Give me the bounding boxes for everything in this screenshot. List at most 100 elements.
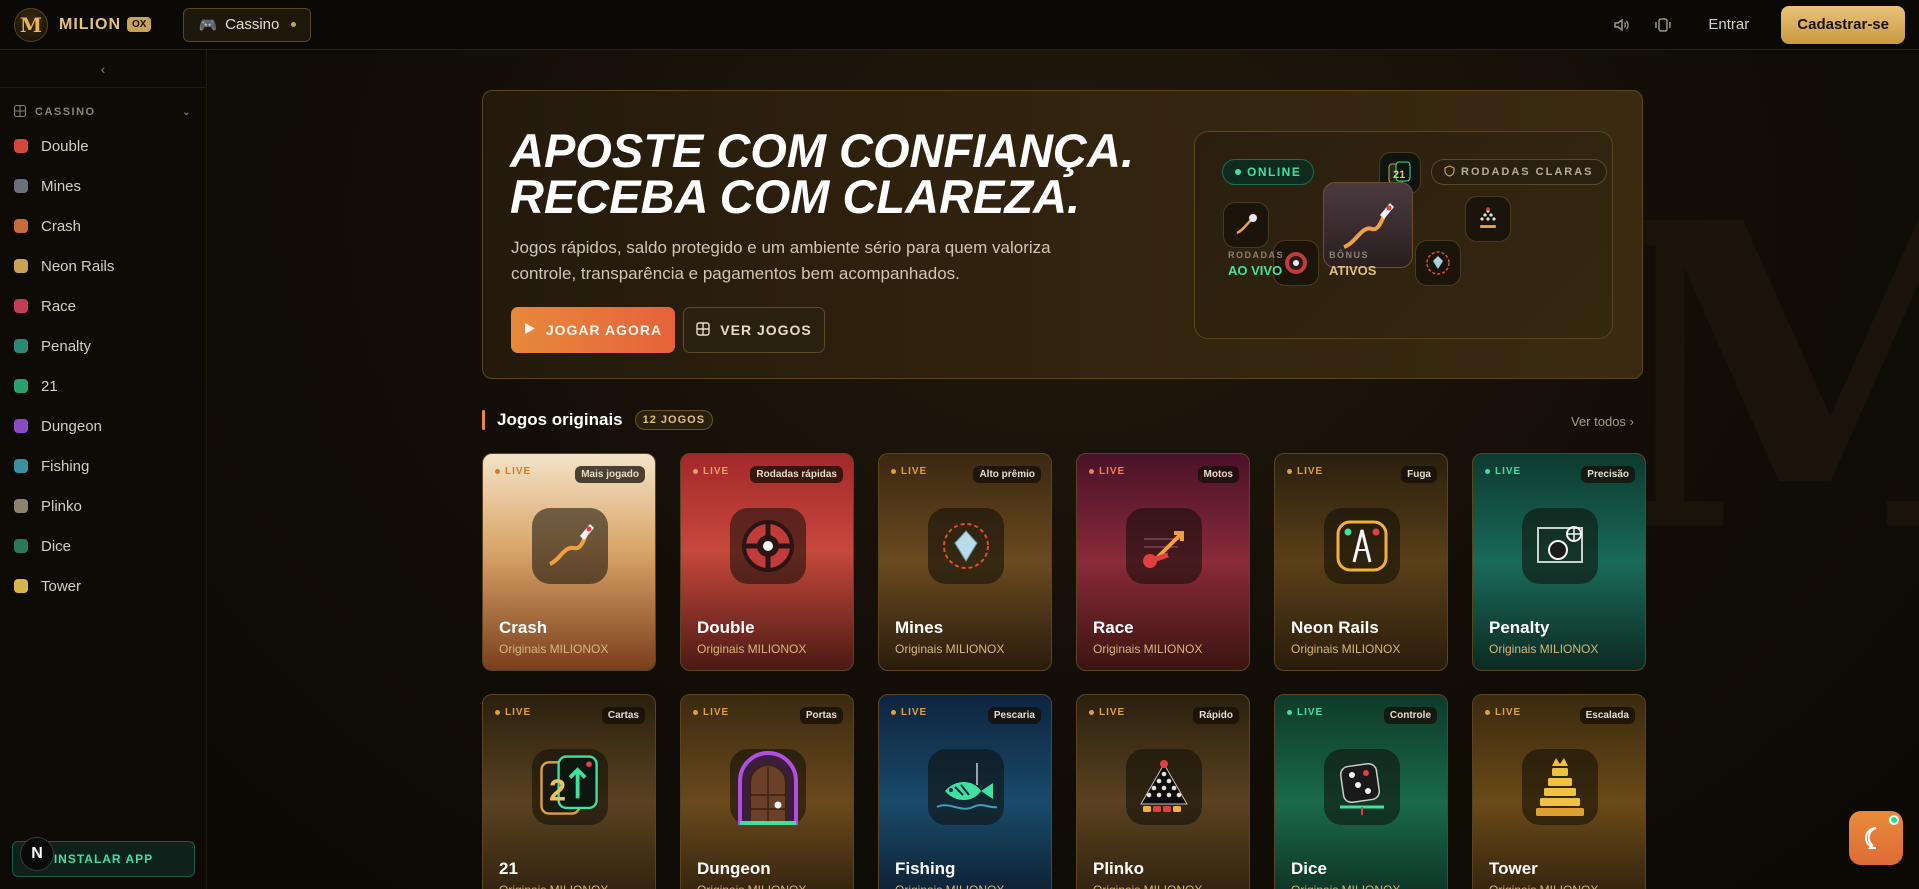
live-badge: LIVE bbox=[1485, 707, 1521, 718]
bonus-label: BÔNUS bbox=[1329, 250, 1370, 260]
tower-icon bbox=[1522, 749, 1598, 825]
plinko-icon bbox=[1480, 207, 1496, 228]
sidebar-section-casino[interactable]: CASSINO ⌄ bbox=[0, 98, 206, 126]
chevron-left-icon: ‹ bbox=[100, 60, 106, 77]
hero-tile-mines bbox=[1415, 240, 1461, 286]
hero-tile-crash-small bbox=[1223, 202, 1269, 248]
sound-icon[interactable] bbox=[1606, 10, 1636, 40]
game-name: Race bbox=[1093, 618, 1134, 637]
logo[interactable]: M MILION OX bbox=[14, 7, 152, 42]
view-games-button[interactable]: VER JOGOS bbox=[683, 307, 825, 353]
logo-text: MILION bbox=[59, 15, 121, 33]
game-name: Mines bbox=[895, 618, 944, 637]
sidebar-item-plinko[interactable]: Plinko bbox=[0, 486, 206, 526]
signup-button[interactable]: Cadastrar-se bbox=[1781, 5, 1905, 44]
plinko-icon bbox=[1126, 749, 1202, 825]
view-games-label: VER JOGOS bbox=[720, 322, 812, 338]
live-badge: LIVE bbox=[1287, 466, 1323, 477]
game-card-plinko[interactable]: LIVE Rápido Plinko Originais MILIONOX bbox=[1076, 694, 1250, 889]
game-provider: Originais MILIONOX bbox=[895, 642, 1005, 656]
hero-status-card: ONLINE RODADAS CLARAS 21 RODADAS AO VIVO… bbox=[1194, 131, 1613, 339]
sidebar-item-label: Mines bbox=[41, 177, 82, 195]
hero-subtitle: Jogos rápidos, saldo protegido e um ambi… bbox=[511, 238, 1051, 283]
game-provider: Originais MILIONOX bbox=[1093, 883, 1202, 889]
fish-icon bbox=[928, 749, 1004, 825]
sidebar-item-21[interactable]: 21 bbox=[0, 366, 206, 406]
sidebar-item-fishing[interactable]: Fishing bbox=[0, 446, 206, 486]
section-accent-bar bbox=[482, 410, 485, 430]
game-card-crash[interactable]: LIVE Mais jogado Crash Originais MILIONOX bbox=[482, 453, 656, 671]
grid-icon bbox=[696, 321, 710, 339]
game-provider: Originais MILIONOX bbox=[1489, 883, 1598, 889]
game-card-double[interactable]: LIVE Rodadas rápidas Double Originais MILIO… bbox=[680, 453, 854, 671]
game-card-neon-rails[interactable]: LIVE Fuga Neon Rails Originais MILIONOX bbox=[1274, 453, 1448, 671]
sidebar-item-label: Dice bbox=[41, 537, 72, 555]
collapse-sidebar-button[interactable]: ‹ bbox=[0, 50, 206, 88]
n-badge[interactable]: N bbox=[20, 837, 54, 871]
game-card-21[interactable]: LIVE Cartas 2 21 Originais MILIONOX bbox=[482, 694, 656, 889]
game-card-fishing[interactable]: LIVE Pescaria Fishing Originais MILIONOX bbox=[878, 694, 1052, 889]
game-card-race[interactable]: LIVE Motos Race Originais MILIONOX bbox=[1076, 453, 1250, 671]
chat-icon bbox=[1865, 827, 1877, 849]
rounds-value: AO VIVO bbox=[1228, 263, 1283, 278]
play-icon bbox=[524, 322, 536, 338]
hero-tile-plinko bbox=[1465, 196, 1511, 242]
live-dot bbox=[1089, 710, 1094, 715]
moto-icon bbox=[1126, 508, 1202, 584]
live-dot bbox=[495, 469, 500, 474]
game-tag: Mais jogado bbox=[575, 466, 645, 483]
sidebar-item-tower[interactable]: Tower bbox=[0, 566, 206, 606]
game-card-tower[interactable]: LIVE Escalada Tower Originais MILIONOX bbox=[1472, 694, 1646, 889]
hero-banner: APOSTE COM CONFIANÇA. RECEBA COM CLAREZA… bbox=[482, 90, 1643, 379]
diamond-icon bbox=[1426, 251, 1450, 275]
view-all-link[interactable]: Ver todos › bbox=[1571, 414, 1634, 429]
game-icon bbox=[14, 219, 28, 233]
sidebar-item-dungeon[interactable]: Dungeon bbox=[0, 406, 206, 446]
fullscreen-icon[interactable] bbox=[1648, 10, 1678, 40]
game-tag: Controle bbox=[1383, 707, 1437, 724]
game-card-dice[interactable]: LIVE Controle Dice Originais MILIONOX bbox=[1274, 694, 1448, 889]
sidebar-item-dice[interactable]: Dice bbox=[0, 526, 206, 566]
game-icon bbox=[14, 419, 28, 433]
sidebar-item-crash[interactable]: Crash bbox=[0, 206, 206, 246]
game-tag: Escalada bbox=[1579, 707, 1635, 724]
background-logo-watermark: M bbox=[1599, 133, 1919, 626]
sidebar-item-mines[interactable]: Mines bbox=[0, 166, 206, 206]
game-icon bbox=[14, 339, 28, 353]
sidebar-item-penalty[interactable]: Penalty bbox=[0, 326, 206, 366]
game-card-mines[interactable]: LIVE Alto prêmio Mines Originais MILIONOX bbox=[878, 453, 1052, 671]
game-card-penalty[interactable]: LIVE Precisão Penalty Originais MILIONOX bbox=[1472, 453, 1646, 671]
live-badge: LIVE bbox=[1089, 707, 1125, 718]
sidebar-item-double[interactable]: Double bbox=[0, 126, 206, 166]
live-dot bbox=[891, 710, 896, 715]
live-badge: LIVE bbox=[495, 466, 531, 477]
game-provider: Originais MILIONOX bbox=[697, 642, 807, 656]
sidebar-item-race[interactable]: Race bbox=[0, 286, 206, 326]
game-provider: Originais MILIONOX bbox=[895, 883, 1004, 889]
goal-icon bbox=[1522, 508, 1598, 584]
sidebar-item-label: Tower bbox=[41, 577, 82, 595]
wheel-icon bbox=[1285, 252, 1307, 274]
sidebar-item-label: Race bbox=[41, 297, 77, 315]
game-tag: Rápido bbox=[1193, 707, 1239, 724]
chat-button[interactable] bbox=[1849, 811, 1903, 865]
shield-icon bbox=[1444, 164, 1455, 180]
live-dot bbox=[891, 469, 896, 474]
svg-text:2: 2 bbox=[549, 773, 566, 807]
chevron-down-icon: ⌄ bbox=[182, 106, 192, 118]
online-indicator bbox=[1889, 815, 1899, 825]
live-badge: LIVE bbox=[495, 707, 531, 718]
game-icon bbox=[14, 179, 28, 193]
game-provider: Originais MILIONOX bbox=[697, 883, 806, 889]
live-dot bbox=[1485, 469, 1490, 474]
live-dot bbox=[1287, 469, 1292, 474]
svg-text:21: 21 bbox=[1393, 169, 1405, 181]
login-link[interactable]: Entrar bbox=[1708, 16, 1749, 33]
game-name: Crash bbox=[499, 618, 548, 637]
play-now-button[interactable]: JOGAR AGORA bbox=[511, 307, 675, 353]
game-card-dungeon[interactable]: LIVE Portas Dungeon Originais MILIONOX bbox=[680, 694, 854, 889]
casino-selector[interactable]: 🎮 Cassino bbox=[183, 7, 312, 42]
sidebar-item-neon-rails[interactable]: Neon Rails bbox=[0, 246, 206, 286]
game-tag: Portas bbox=[799, 707, 843, 724]
game-icon bbox=[14, 139, 28, 153]
